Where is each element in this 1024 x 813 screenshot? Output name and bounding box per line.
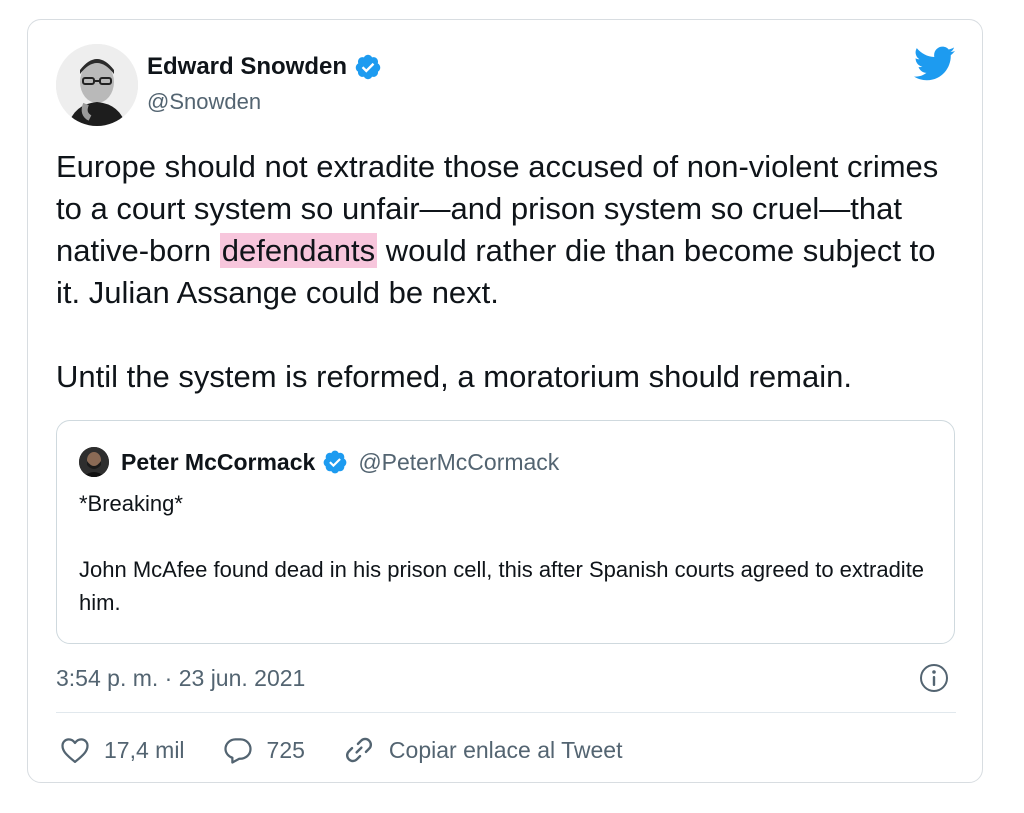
author-handle[interactable]: @Snowden xyxy=(147,88,261,116)
copy-link-button[interactable]: Copiar enlace al Tweet xyxy=(343,734,623,766)
tweet-timestamp[interactable]: 3:54 p. m. · 23 jun. 2021 xyxy=(56,663,305,693)
speech-bubble-icon xyxy=(223,738,252,764)
author-name[interactable]: Edward Snowden xyxy=(147,52,382,82)
tweet-paragraph-2: Until the system is reformed, a moratori… xyxy=(56,359,852,394)
heart-icon xyxy=(61,738,89,763)
reply-count: 725 xyxy=(266,736,305,763)
quoted-author-handle: @PeterMcCormack xyxy=(358,449,560,475)
tweet-text: Europe should not extradite those accuse… xyxy=(56,146,956,398)
quoted-tweet-text: *Breaking* John McAfee found dead in his… xyxy=(79,487,939,619)
copy-link-label: Copiar enlace al Tweet xyxy=(388,736,623,763)
like-count: 17,4 mil xyxy=(104,736,185,763)
divider xyxy=(56,712,956,713)
twitter-bird-icon[interactable] xyxy=(914,46,956,82)
author-name-text: Edward Snowden xyxy=(147,53,348,80)
info-icon[interactable] xyxy=(918,662,950,694)
actions-bar: 17,4 mil 725 Copiar enlace al Tweet xyxy=(60,733,660,767)
quoted-line-2: John McAfee found dead in his prison cel… xyxy=(79,557,925,615)
quoted-tweet[interactable]: Peter McCormack @PeterMcCormack *Breakin… xyxy=(56,420,955,644)
author-avatar[interactable] xyxy=(56,44,138,126)
link-icon xyxy=(345,737,372,763)
quoted-author-name: Peter McCormack @PeterMcCormack xyxy=(121,447,559,477)
verified-badge-icon xyxy=(355,54,381,80)
like-button[interactable]: 17,4 mil xyxy=(60,736,185,764)
quoted-line-1: *Breaking* xyxy=(79,491,183,516)
highlighted-word: defendants xyxy=(219,233,378,268)
verified-badge-icon xyxy=(323,450,347,474)
tweet-paragraph-1: Europe should not extradite those accuse… xyxy=(56,149,939,310)
quoted-author-name-text: Peter McCormack xyxy=(121,449,316,475)
quoted-author-avatar xyxy=(79,447,109,477)
reply-button[interactable]: 725 xyxy=(223,736,305,764)
